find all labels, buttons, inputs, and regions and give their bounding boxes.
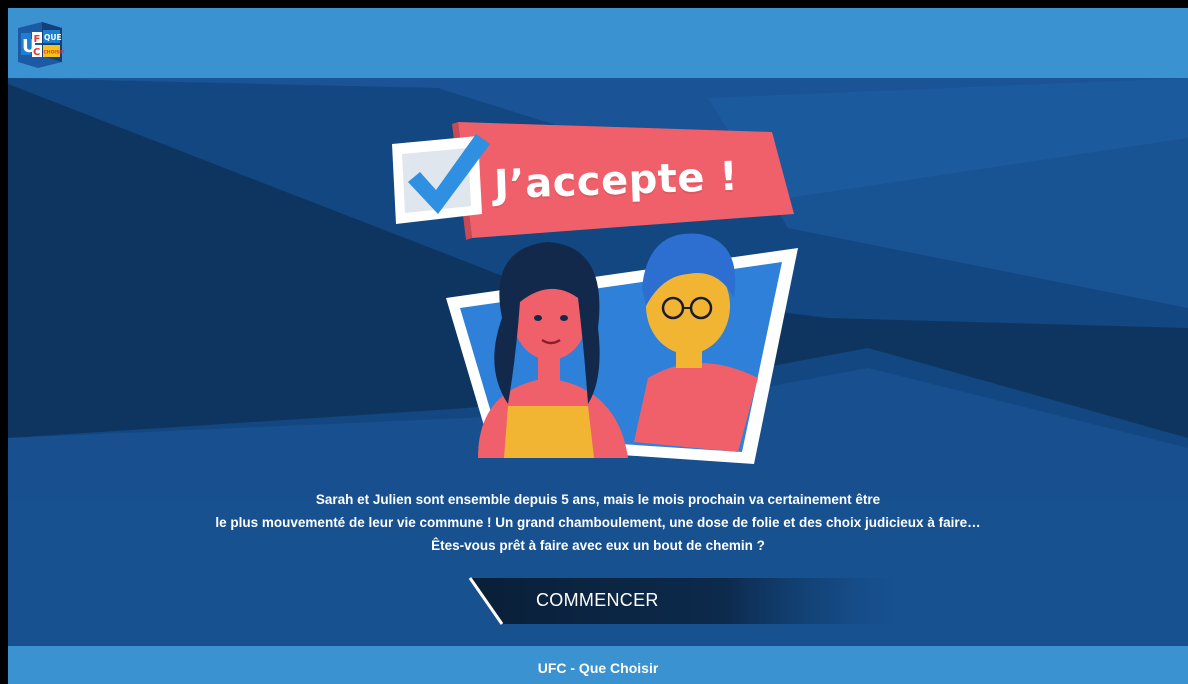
game-title: J’accepte ! [493, 153, 739, 209]
intro-line: Sarah et Julien sont ensemble depuis 5 a… [315, 492, 881, 507]
game-window: U F C QUE CHOISIR J’accepte ! Sarah et J… [8, 8, 1188, 684]
start-button[interactable]: COMMENCER [466, 576, 896, 628]
footer-text: UFC - Que Choisir [537, 660, 659, 676]
intro-line: le plus mouvementé de leur vie commune !… [215, 515, 981, 530]
svg-text:QUE: QUE [44, 33, 62, 42]
start-button-label: COMMENCER [536, 590, 659, 610]
intro-line: Êtes-vous prêt à faire avec eux un bout … [431, 538, 765, 553]
intro-text: Sarah et Julien sont ensemble depuis 5 a… [8, 488, 1188, 557]
svg-text:C: C [33, 47, 40, 58]
game-stage: J’accepte ! Sarah et Julien sont ensembl… [8, 78, 1188, 646]
svg-text:CHOISIR: CHOISIR [44, 50, 65, 56]
header-bar: U F C QUE CHOISIR [8, 8, 1188, 78]
characters-illustration [446, 233, 798, 464]
footer-bar: UFC - Que Choisir [8, 646, 1188, 684]
svg-text:F: F [34, 34, 41, 45]
ufc-que-choisir-logo[interactable]: U F C QUE CHOISIR [14, 18, 66, 70]
start-button-shape [468, 577, 896, 626]
